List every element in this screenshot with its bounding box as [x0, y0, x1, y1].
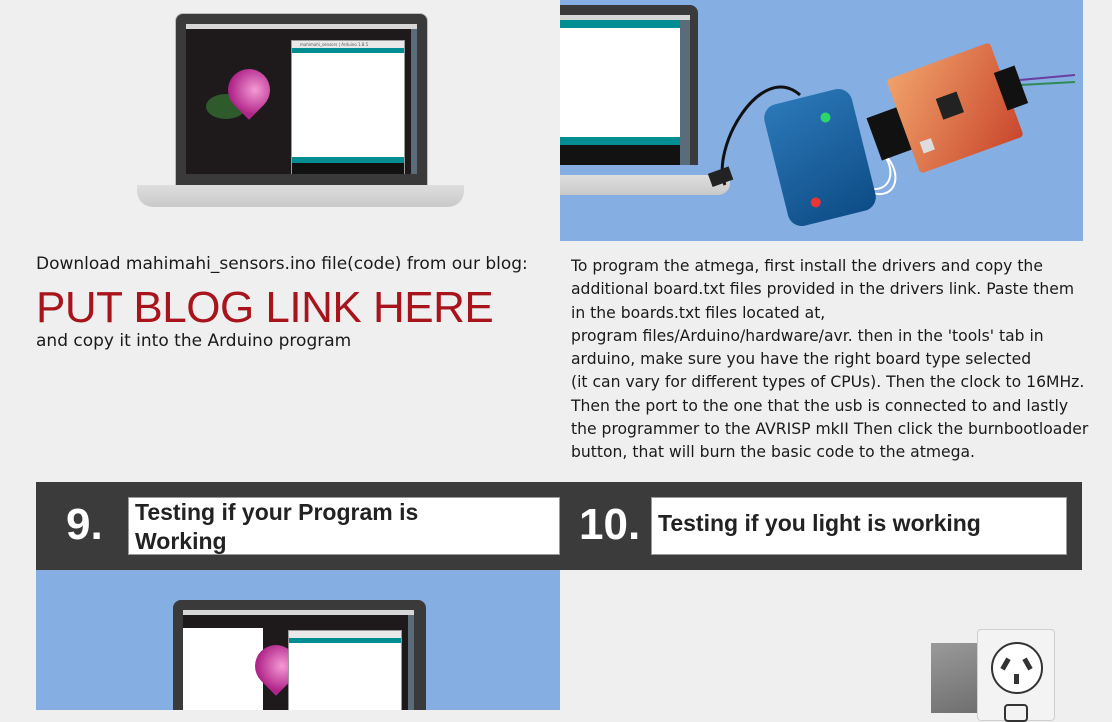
blog-link-placeholder[interactable]: PUT BLOG LINK HERE — [36, 283, 494, 333]
laptop-lid: mahimahi_sensors | Arduino 1.8.5 — [175, 13, 428, 187]
instruction-line: (it can vary for different types of CPUs… — [571, 373, 1085, 392]
programmer-illustration-panel — [560, 0, 1083, 241]
step-9-number: 9. — [66, 500, 103, 549]
copy-instruction: and copy it into the Arduino program — [36, 331, 352, 351]
arduino-window: mahimahi_sensors | Arduino 1.8.5 — [291, 40, 405, 174]
instruction-line: program files/Arduino/hardware/avr. then… — [571, 326, 1044, 345]
arduino-window — [288, 630, 402, 710]
download-instruction: Download mahimahi_sensors.ino file(code)… — [36, 254, 528, 274]
laptop-screen: mahimahi_sensors | Arduino 1.8.5 — [186, 24, 417, 174]
instruction-line: To program the atmega, first install the… — [571, 257, 1043, 275]
programming-instructions: To program the atmega, first install the… — [571, 255, 1088, 465]
dock — [411, 29, 417, 174]
instruction-line: additional board.txt files provided in t… — [571, 280, 1075, 299]
instruction-line: arduino, make sure you have the right bo… — [571, 350, 1032, 369]
step-9-title: Testing if your Program is Working — [128, 497, 560, 555]
laptop-base — [137, 185, 464, 207]
instruction-line: the programmer to the AVRISP mkII Then c… — [571, 420, 1089, 439]
instruction-line: in the boards.txt files located at, — [571, 303, 826, 322]
arduino-window — [183, 628, 263, 710]
step-10-title: Testing if you light is working — [651, 497, 1067, 555]
testing-program-panel — [36, 570, 560, 710]
laptop-arduino-illustration: mahimahi_sensors | Arduino 1.8.5 — [137, 13, 464, 207]
instruction-line: button, that will burn the basic code to… — [571, 443, 976, 462]
laptop-lid — [173, 600, 426, 710]
menu-bar — [186, 24, 417, 29]
arduino-window-title: mahimahi_sensors | Arduino 1.8.5 — [292, 41, 404, 48]
power-outlet-illustration — [931, 629, 1055, 722]
step-10-number: 10. — [579, 500, 641, 549]
instruction-line: Then the port to the one that the usb is… — [571, 396, 1069, 415]
